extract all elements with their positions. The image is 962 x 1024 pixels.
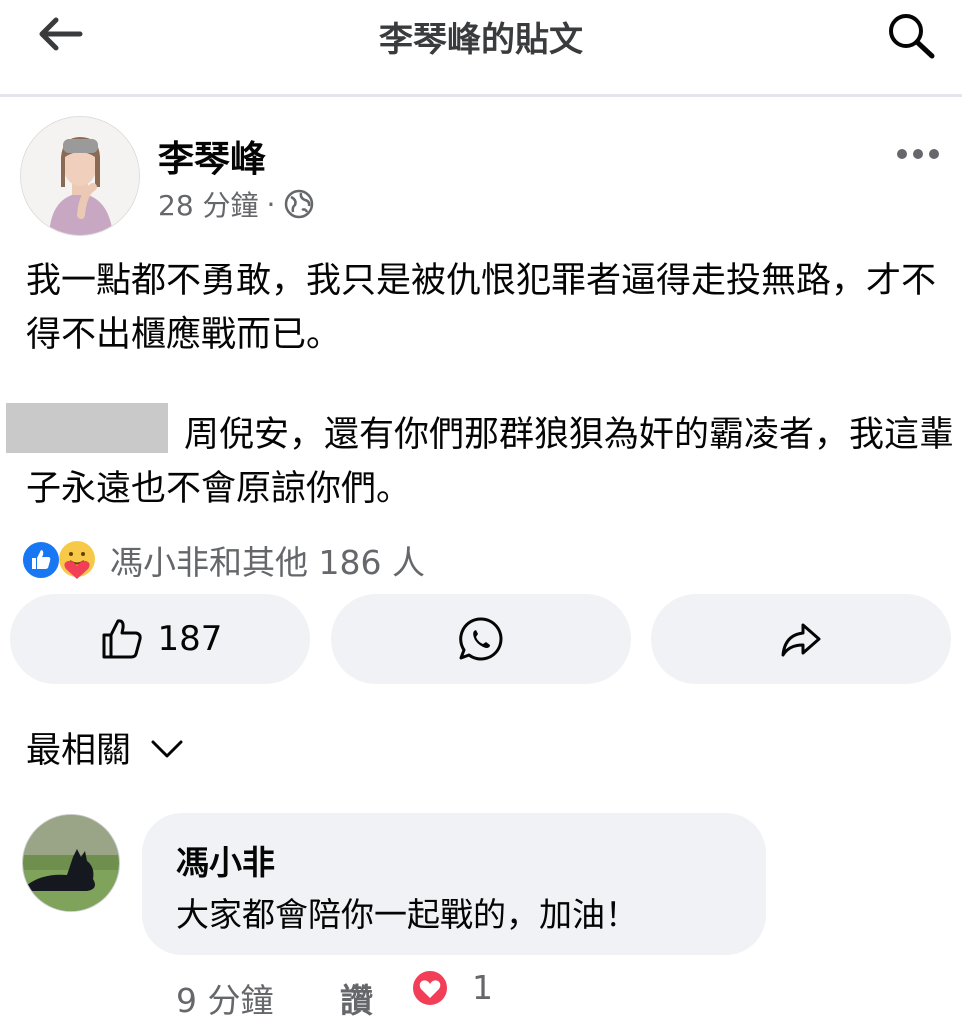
post-time[interactable]: 28 分鐘: [158, 184, 259, 224]
comment-time: 9 分鐘: [176, 981, 274, 1020]
heart-icon: [411, 969, 449, 1007]
search-icon[interactable]: [884, 10, 940, 60]
meta-separator: ·: [266, 187, 276, 221]
globe-icon: [285, 189, 314, 219]
like-button[interactable]: 187: [10, 594, 310, 684]
comment-reaction-count: 1: [472, 968, 493, 1007]
chevron-down-icon: [151, 740, 183, 757]
comment-author[interactable]: 馮小非: [176, 836, 275, 884]
page-title: 李琴峰的貼文: [379, 20, 583, 60]
post-paragraph-2: 周倪安，還有你們那群狼狽為奸的霸凌者，我這輩子永遠也不會原諒你們。: [26, 415, 955, 509]
more-icon[interactable]: [894, 140, 942, 168]
like-count: 187: [157, 619, 223, 659]
author-avatar[interactable]: [20, 116, 140, 236]
reactions-summary[interactable]: 馮小非和其他 186 人: [20, 538, 425, 582]
post-paragraph-1: 我一點都不勇敢，我只是被仇恨犯罪者逼得走投無路，才不得不出櫃應戰而已。: [26, 261, 937, 355]
whatsapp-icon: [459, 617, 503, 661]
share-icon: [781, 623, 821, 657]
sort-label: 最相關: [26, 731, 132, 771]
comment-like-button[interactable]: 讚: [340, 974, 373, 1022]
reactions-text: 馮小非和其他 186 人: [110, 543, 425, 582]
share-button[interactable]: [651, 594, 951, 684]
post-author-name[interactable]: 李琴峰: [158, 130, 266, 182]
whatsapp-share-button[interactable]: [331, 594, 631, 684]
commenter-avatar[interactable]: [22, 814, 120, 912]
comment-text: 大家都會陪你一起戰的，加油！: [176, 895, 638, 934]
thumbs-up-icon: [102, 619, 142, 659]
post-meta: 28 分鐘 ·: [158, 184, 315, 224]
comment-sort-dropdown[interactable]: 最相關: [26, 722, 185, 773]
care-reaction-icon: [59, 541, 95, 579]
